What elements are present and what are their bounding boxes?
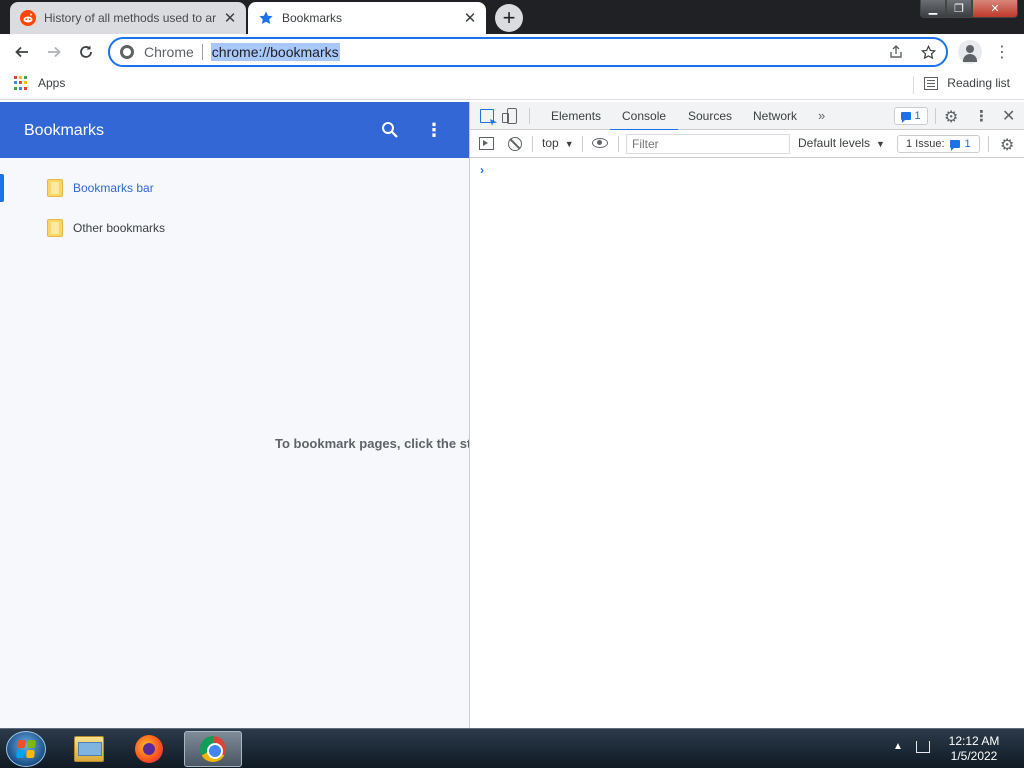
folder-label: Bookmarks bar	[73, 181, 154, 195]
divider	[529, 108, 530, 124]
divider	[201, 44, 203, 60]
console-filter-input[interactable]	[626, 134, 790, 154]
customize-devtools-icon[interactable]: ⋮	[974, 107, 989, 125]
tab-bookmarks[interactable]: Bookmarks ✕	[248, 2, 486, 34]
new-tab-button[interactable]: +	[495, 4, 523, 32]
tab-elements[interactable]: Elements	[551, 102, 601, 130]
device-toolbar-icon[interactable]	[502, 108, 517, 124]
apps-shortcut[interactable]: Apps	[14, 76, 65, 90]
dropdown-caret-icon: ▼	[564, 139, 574, 149]
chrome-logo-icon	[120, 45, 134, 59]
search-icon[interactable]	[378, 118, 402, 142]
star-icon	[258, 10, 274, 26]
log-levels-dropdown[interactable]: Default levels ▼	[798, 136, 885, 150]
url-text[interactable]: chrome://bookmarks	[210, 43, 340, 61]
window-close-button[interactable]: ✕	[972, 0, 1018, 18]
taskbar-firefox[interactable]	[120, 731, 178, 767]
profile-avatar-icon[interactable]	[958, 40, 982, 64]
chrome-menu-icon[interactable]: ⋮	[990, 38, 1014, 66]
divider	[988, 136, 989, 152]
address-bar[interactable]: Chrome chrome://bookmarks	[108, 37, 948, 67]
share-icon[interactable]	[884, 41, 908, 63]
show-hidden-icons-icon[interactable]: ▲	[893, 741, 903, 752]
clock-time: 12:12 AM	[948, 734, 1000, 748]
tab-network[interactable]: Network	[753, 102, 797, 130]
divider	[618, 136, 619, 152]
console-toolbar: top▼ Default levels▼ 1 Issue: 1 ⚙	[470, 130, 1024, 158]
console-prompt[interactable]: ›	[480, 163, 484, 177]
issue-message-icon	[949, 140, 960, 151]
console-messages-badge[interactable]: 1	[894, 107, 928, 125]
more-tabs-chevron-icon[interactable]: »	[818, 108, 825, 123]
system-clock[interactable]: 12:12 AM 1/5/2022	[938, 734, 1010, 764]
folder-icon	[47, 219, 63, 237]
close-devtools-icon[interactable]: ✕	[1002, 106, 1015, 126]
apps-grid-icon	[14, 76, 28, 90]
divider	[913, 76, 914, 94]
tab-strip: History of all methods used to ar ✕ Book…	[0, 0, 1024, 34]
maximize-button[interactable]: ❐	[946, 0, 972, 18]
live-expression-eye-icon[interactable]	[592, 138, 608, 148]
selected-indicator	[0, 174, 4, 202]
site-chip-label: Chrome	[144, 44, 194, 60]
windows-logo-icon	[16, 740, 36, 758]
inspect-element-icon[interactable]	[480, 109, 494, 123]
reading-list-button[interactable]: Reading list	[924, 76, 1010, 90]
divider	[582, 136, 583, 152]
dropdown-caret-icon: ▼	[876, 139, 885, 149]
taskbar-chrome[interactable]	[184, 731, 242, 767]
folder-label: Other bookmarks	[73, 221, 166, 235]
clock-date: 1/5/2022	[950, 749, 998, 763]
reload-icon[interactable]	[72, 38, 100, 66]
firefox-icon	[135, 735, 163, 763]
folder-explorer-icon	[74, 736, 104, 762]
close-icon[interactable]: ✕	[460, 8, 480, 28]
show-sidebar-icon[interactable]	[479, 137, 494, 150]
taskbar: ▲ 12:12 AM 1/5/2022	[0, 728, 1024, 768]
taskbar-file-explorer[interactable]	[60, 731, 118, 767]
reading-list-label: Reading list	[947, 76, 1010, 90]
tab-history-methods[interactable]: History of all methods used to ar ✕	[10, 2, 246, 34]
reddit-icon	[20, 10, 36, 26]
browser-toolbar: Chrome chrome://bookmarks ⋮	[0, 34, 1024, 70]
bookmark-star-icon[interactable]	[916, 41, 940, 63]
bookmarks-header: Bookmarks ⋮	[0, 102, 469, 158]
issues-button[interactable]: 1 Issue: 1	[897, 135, 980, 153]
divider	[935, 108, 936, 124]
tab-title: Bookmarks	[282, 11, 343, 25]
gear-icon[interactable]: ⚙	[944, 107, 958, 127]
window-controls: ▁ ❐ ✕	[920, 0, 1018, 18]
page-title: Bookmarks	[24, 122, 105, 139]
site-chip[interactable]: Chrome	[120, 44, 194, 60]
minimize-button[interactable]: ▁	[920, 0, 946, 18]
empty-list-message: To bookmark pages, click the st	[275, 436, 469, 451]
tab-title: History of all methods used to ar	[44, 11, 217, 25]
devtools-panel: Elements Console Sources Network » 1 ⚙ ⋮…	[469, 102, 1024, 728]
clear-console-icon[interactable]	[508, 137, 522, 151]
network-icon[interactable]	[916, 741, 930, 753]
console-settings-gear-icon[interactable]: ⚙	[1000, 135, 1014, 155]
more-options-icon[interactable]: ⋮	[424, 118, 444, 142]
bookmarks-bar: Apps Reading list	[0, 70, 1024, 100]
start-button[interactable]	[6, 731, 46, 767]
plus-icon: +	[502, 5, 516, 30]
close-icon[interactable]: ✕	[220, 8, 240, 28]
devtools-tab-bar: Elements Console Sources Network » 1 ⚙ ⋮…	[470, 102, 1024, 131]
message-icon	[901, 112, 912, 123]
folder-item-bookmarks-bar[interactable]: Bookmarks bar	[0, 170, 469, 206]
tab-console[interactable]: Console	[610, 102, 679, 131]
context-selector[interactable]: top ▼	[542, 136, 574, 150]
divider	[532, 136, 533, 152]
apps-label: Apps	[38, 76, 66, 90]
forward-arrow-icon[interactable]	[40, 38, 68, 66]
bookmarks-manager: Bookmarks ⋮ Bookmarks bar Other bookmark…	[0, 102, 469, 728]
reading-list-icon	[924, 76, 939, 90]
tab-sources[interactable]: Sources	[688, 102, 732, 130]
folder-item-other-bookmarks[interactable]: Other bookmarks	[0, 210, 469, 246]
back-arrow-icon[interactable]	[8, 38, 36, 66]
chrome-icon	[200, 736, 226, 762]
folder-icon	[47, 179, 63, 197]
